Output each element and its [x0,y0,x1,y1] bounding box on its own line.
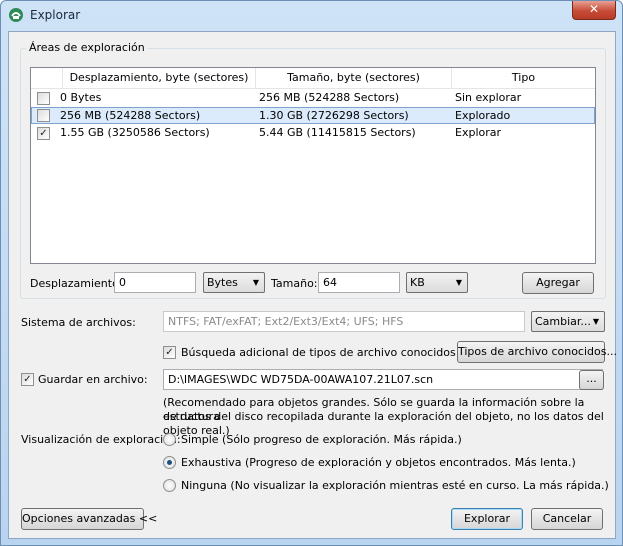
title-bar[interactable]: Explorar ✕ [1,1,622,31]
column-header-type[interactable]: Tipo [452,68,595,89]
table-row[interactable]: 0 Bytes 256 MB (524288 Sectors) Sin expl… [31,90,595,107]
column-header-offset-label[interactable]: Desplazamiento, byte (sectores) [63,68,256,89]
visualization-none-radio[interactable] [163,479,176,492]
dialog-body: Áreas de exploración Desplazamiento, byt… [8,31,617,539]
check-icon: ✓ [165,347,174,358]
row-type: Explorado [455,109,511,122]
add-button[interactable]: Agregar [522,272,594,294]
list-header: Desplazamiento, byte (sectores) Tamaño, … [31,68,595,89]
save-to-file-checkbox[interactable]: ✓ [21,373,34,386]
filesystem-label: Sistema de archivos: [21,316,136,329]
known-file-types-button[interactable]: Tipos de archivo conocidos... [457,341,617,363]
visualization-label: Visualización de exploración: [21,433,181,446]
size-unit-value: KB [410,276,425,289]
row-size: 256 MB (524288 Sectors) [259,91,400,104]
close-icon: ✕ [588,2,600,16]
save-path-input[interactable]: D:\IMAGES\WDC WD75DA-00AWA107.21L07.scn [163,369,603,390]
check-icon: ✓ [39,128,48,139]
visualization-simple-radio[interactable] [163,433,176,446]
size-label: Tamaño: [271,277,318,290]
close-button[interactable]: ✕ [572,1,616,20]
visualization-exhaustive-radio[interactable] [163,456,176,469]
chevron-down-icon: ▼ [252,278,259,287]
advanced-options-button[interactable]: Opciones avanzadas << [21,508,157,530]
check-icon: ✓ [23,374,32,385]
offset-label: Desplazamiento: [30,277,123,290]
row-type: Sin explorar [455,91,522,104]
table-row[interactable]: ✓ 1.55 GB (3250586 Sectors) 5.44 GB (114… [31,125,595,142]
column-header-size[interactable]: Tamaño, byte (sectores) [256,68,452,89]
scan-button[interactable]: Explorar [451,508,523,530]
row-offset: 1.55 GB (3250586 Sectors) [60,126,210,139]
scan-dialog-window: Explorar ✕ Áreas de exploración Desplaza… [0,0,623,546]
row-checkbox[interactable]: ✓ [37,127,50,140]
row-size: 5.44 GB (11415815 Sectors) [259,126,416,139]
save-to-file-label[interactable]: Guardar en archivo: [38,373,148,386]
visualization-none-label[interactable]: Ninguna (No visualizar la exploración mi… [181,479,609,492]
offset-input[interactable]: 0 [114,272,196,293]
browse-button[interactable]: ... [579,370,604,390]
row-checkbox[interactable] [37,92,50,105]
table-row[interactable]: 256 MB (524288 Sectors) 1.30 GB (2726298… [31,107,595,124]
chevron-down-icon: ▼ [592,317,599,326]
row-checkbox[interactable] [37,109,50,122]
size-input[interactable]: 64 [318,272,400,293]
row-offset: 256 MB (524288 Sectors) [60,109,201,122]
size-unit-select[interactable]: KB ▼ [406,272,468,293]
scan-areas-legend: Áreas de exploración [26,41,148,54]
row-type: Explorar [455,126,502,139]
row-size: 1.30 GB (2726298 Sectors) [259,109,409,122]
app-icon [9,8,23,22]
change-filesystem-button[interactable]: Cambiar... ▼ [531,311,605,332]
scan-areas-list[interactable]: Desplazamiento, byte (sectores) Tamaño, … [30,67,596,264]
known-types-checkbox[interactable]: ✓ [163,346,176,359]
row-offset: 0 Bytes [60,91,102,104]
change-button-label: Cambiar... [535,315,591,328]
known-types-label[interactable]: Búsqueda adicional de tipos de archivo c… [181,346,456,359]
filesystem-field: NTFS; FAT/exFAT; Ext2/Ext3/Ext4; UFS; HF… [163,311,525,332]
chevron-down-icon: ▼ [455,278,462,287]
cancel-button[interactable]: Cancelar [531,508,603,530]
offset-unit-select[interactable]: Bytes ▼ [203,272,265,293]
visualization-simple-label[interactable]: Simple (Sólo progreso de exploración. Má… [181,433,462,446]
column-header-offset[interactable] [31,68,63,89]
offset-unit-value: Bytes [207,276,238,289]
window-title: Explorar [30,8,81,22]
visualization-exhaustive-label[interactable]: Exhaustiva (Progreso de exploración y ob… [181,456,576,469]
